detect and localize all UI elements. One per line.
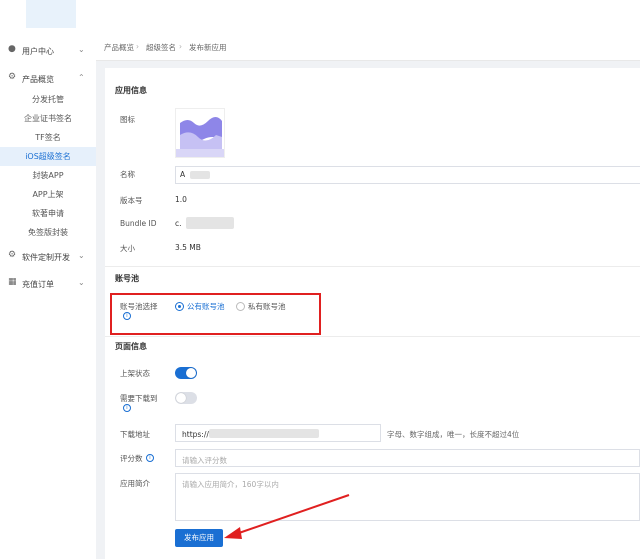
arrow-line — [235, 494, 350, 535]
arrow-head — [224, 527, 242, 539]
annotation-arrow — [224, 494, 350, 539]
